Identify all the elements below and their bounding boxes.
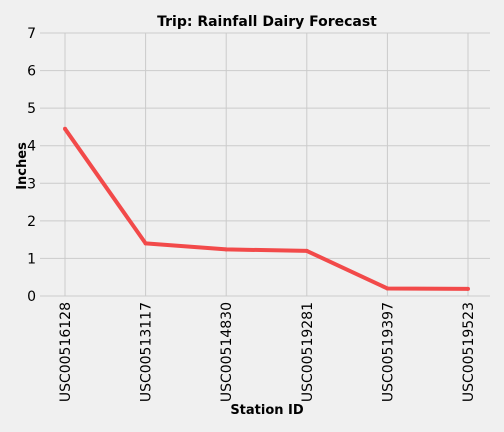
y-tick-label: 5: [27, 101, 36, 117]
x-tick-label: USC00514830: [219, 302, 235, 402]
x-tick-label: USC00519397: [380, 302, 396, 402]
chart-title: Trip: Rainfall Dairy Forecast: [157, 14, 377, 30]
y-tick-label: 0: [27, 289, 36, 305]
x-tick-label: USC00519281: [300, 302, 316, 402]
series-group: [63, 126, 470, 291]
data-point: [304, 248, 309, 253]
x-tick-label: USC00516128: [58, 302, 74, 402]
y-tick-label: 7: [27, 26, 36, 42]
data-point: [224, 247, 229, 252]
y-tick-label: 6: [27, 64, 36, 80]
x-axis-ticks: USC00516128 USC00513117 USC00514830 USC0051…: [58, 302, 477, 402]
data-point: [63, 126, 67, 131]
x-axis-label: Station ID: [230, 403, 304, 418]
x-tick-label: USC00519523: [461, 302, 477, 402]
rainfall-line-chart: Trip: Rainfall Dairy Forecast 01234567 U…: [15, 14, 490, 418]
data-point: [466, 286, 470, 291]
y-tick-label: 2: [27, 214, 36, 230]
x-tick-label: USC00513117: [139, 302, 155, 402]
data-point: [385, 286, 390, 291]
series-line: [63, 127, 469, 291]
grid: [40, 32, 490, 297]
y-axis-label: Inches: [15, 142, 30, 190]
y-tick-label: 1: [27, 251, 36, 267]
data-point: [143, 241, 148, 246]
